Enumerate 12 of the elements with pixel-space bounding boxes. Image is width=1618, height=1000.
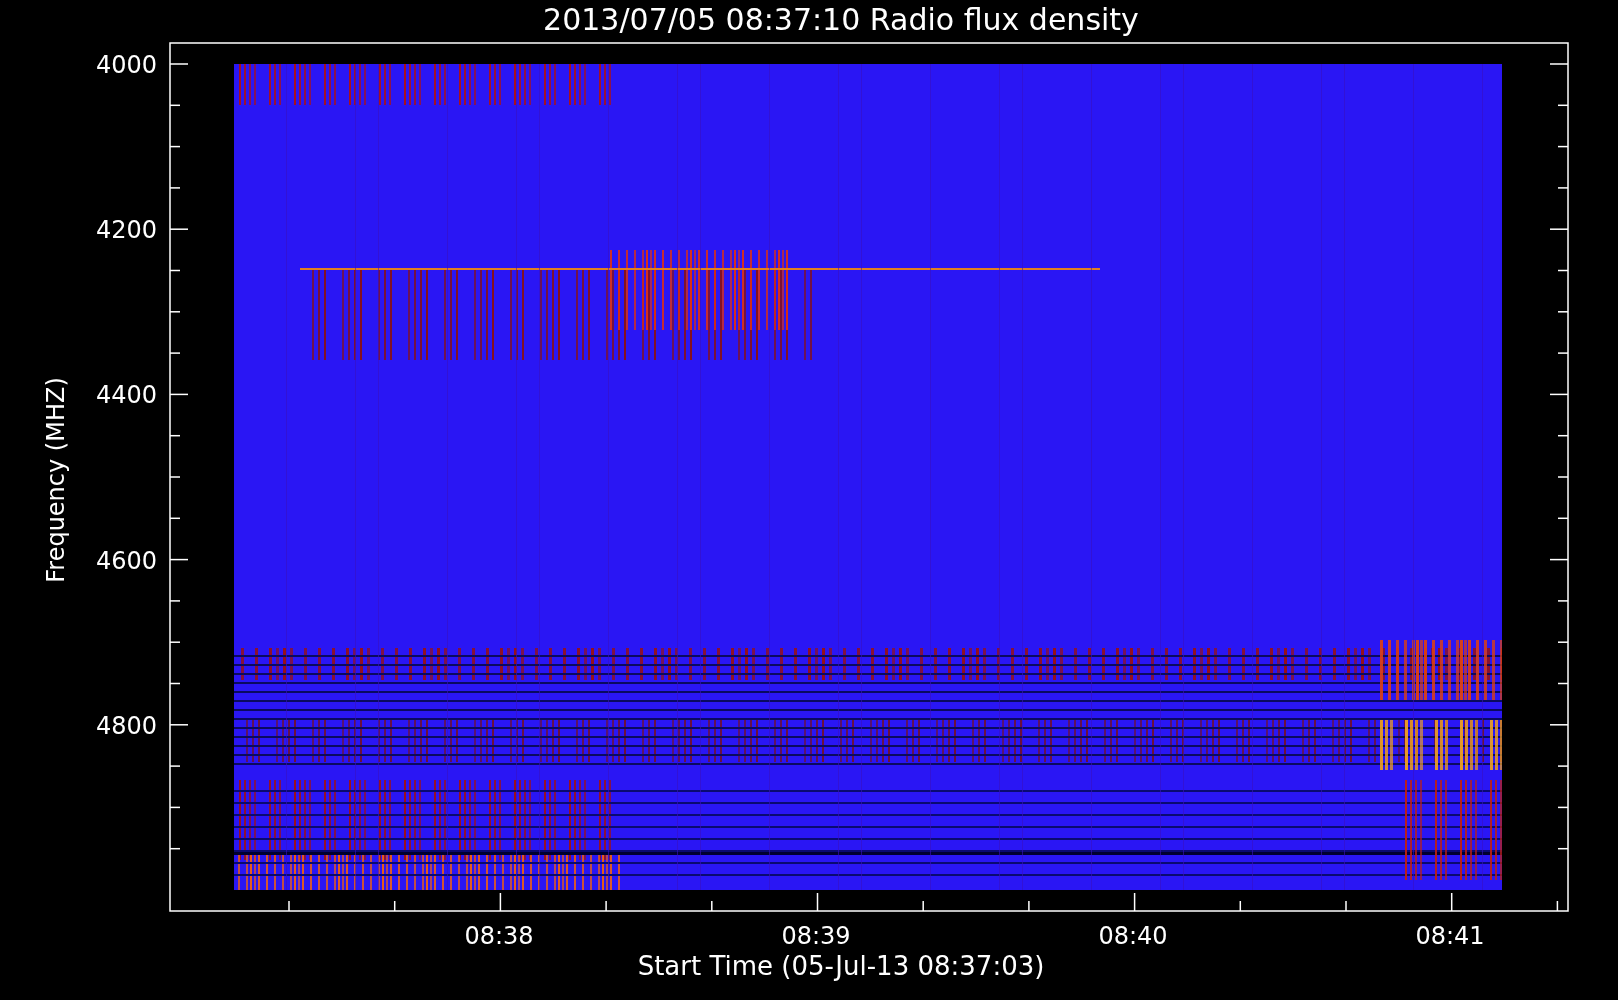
y-tick-label: 4800 xyxy=(95,711,157,740)
y-tick-label: 4000 xyxy=(95,51,157,79)
y-tick-label: 4600 xyxy=(95,546,157,575)
y-tick-label: 4400 xyxy=(95,381,157,410)
x-tick-label: 08:39 xyxy=(781,922,851,950)
chart-title: 2013/07/05 08:37:10 Radio flux density xyxy=(543,2,1139,37)
y-axis-title: Frequency (MHZ) xyxy=(42,377,70,583)
y-tick-label: 4200 xyxy=(95,216,157,245)
x-axis-title: Start Time (05-Jul-13 08:37:03) xyxy=(637,951,1045,981)
x-tick-label: 08:41 xyxy=(1415,922,1485,950)
x-tick-label: 08:40 xyxy=(1098,922,1168,950)
x-tick-label: 08:38 xyxy=(464,922,534,950)
